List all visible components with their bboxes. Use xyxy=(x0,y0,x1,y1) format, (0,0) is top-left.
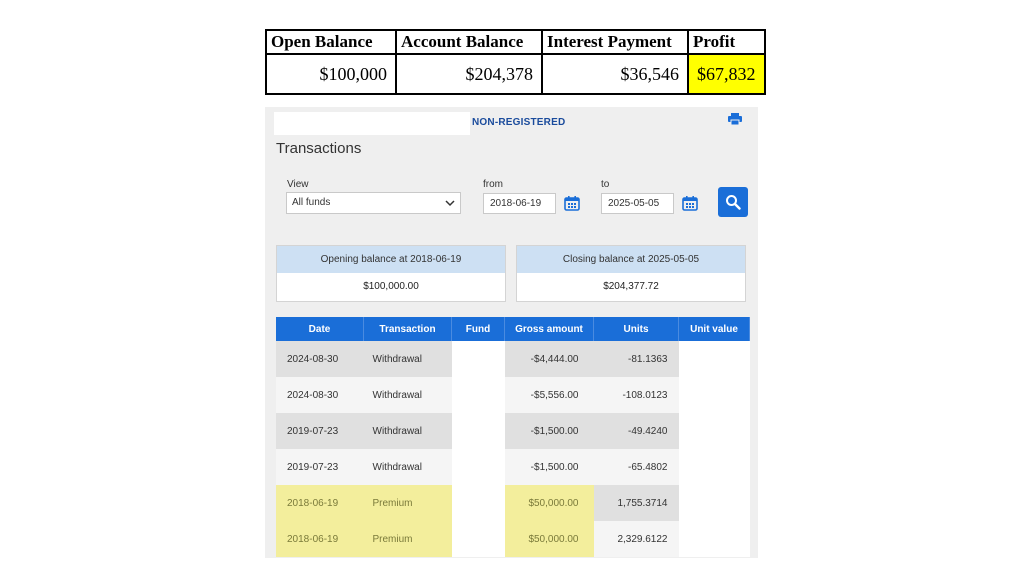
calendar-icon[interactable] xyxy=(564,195,580,211)
cell-date: 2024-08-30 xyxy=(276,341,364,377)
cell-units: -81.1363 xyxy=(593,341,679,377)
to-date-input[interactable]: 2025-05-05 xyxy=(601,193,674,214)
table-header-row: Date Transaction Fund Gross amount Units… xyxy=(276,317,750,341)
table-row: 2024-08-30 Withdrawal -$5,556.00 -108.01… xyxy=(276,377,750,413)
table-row: 2019-07-23 Withdrawal -$1,500.00 -49.424… xyxy=(276,413,750,449)
opening-balance-card: Opening balance at 2018-06-19 $100,000.0… xyxy=(276,245,506,302)
search-icon xyxy=(726,195,741,210)
summary-header-profit: Profit xyxy=(687,29,766,55)
cell-date: 2018-06-19 xyxy=(276,521,364,557)
cell-unit-value xyxy=(678,413,750,449)
cell-fund xyxy=(451,485,505,521)
summary-header-row: Open Balance Account Balance Interest Pa… xyxy=(265,29,766,55)
summary-interest-payment: $36,546 xyxy=(541,53,689,95)
cell-gross-amount: -$4,444.00 xyxy=(504,341,594,377)
cell-date: 2024-08-30 xyxy=(276,377,364,413)
column-header-transaction[interactable]: Transaction xyxy=(363,317,452,341)
opening-balance-label: Opening balance at 2018-06-19 xyxy=(277,246,505,273)
cell-transaction: Premium xyxy=(363,485,452,521)
summary-header-open-balance: Open Balance xyxy=(265,29,397,55)
cell-gross-amount: -$5,556.00 xyxy=(504,377,594,413)
cell-transaction: Withdrawal xyxy=(363,377,452,413)
cell-transaction: Withdrawal xyxy=(363,449,452,485)
fund-select[interactable]: All funds xyxy=(286,192,461,214)
cell-units: -108.0123 xyxy=(593,377,679,413)
cell-date: 2019-07-23 xyxy=(276,449,364,485)
chevron-down-icon xyxy=(445,200,455,207)
cell-unit-value xyxy=(678,485,750,521)
closing-balance-value: $204,377.72 xyxy=(603,281,659,292)
transactions-panel: NON-REGISTERED Transactions View All fun… xyxy=(265,107,758,558)
cell-date: 2018-06-19 xyxy=(276,485,364,521)
from-label: from xyxy=(483,179,503,190)
redacted-account-box xyxy=(274,112,470,135)
summary-account-balance: $204,378 xyxy=(395,53,543,95)
column-header-gross-amount[interactable]: Gross amount xyxy=(504,317,594,341)
cell-fund xyxy=(451,377,505,413)
column-header-unit-value[interactable]: Unit value xyxy=(678,317,750,341)
registration-label: NON-REGISTERED xyxy=(472,117,566,128)
cell-units: 1,755.3714 xyxy=(593,485,679,521)
summary-header-interest-payment: Interest Payment xyxy=(541,29,689,55)
cell-unit-value xyxy=(678,341,750,377)
cell-gross-amount: -$1,500.00 xyxy=(504,413,594,449)
summary-value-row: $100,000 $204,378 $36,546 $67,832 xyxy=(265,53,766,95)
cell-transaction: Withdrawal xyxy=(363,413,452,449)
summary-open-balance: $100,000 xyxy=(265,53,397,95)
cell-unit-value xyxy=(678,377,750,413)
page-title: Transactions xyxy=(276,140,362,157)
column-header-fund[interactable]: Fund xyxy=(451,317,505,341)
opening-balance-value: $100,000.00 xyxy=(363,281,419,292)
to-label: to xyxy=(601,179,610,190)
cell-gross-amount: $50,000.00 xyxy=(504,521,594,557)
cell-gross-amount: $50,000.00 xyxy=(504,485,594,521)
column-header-units[interactable]: Units xyxy=(593,317,679,341)
table-row: 2018-06-19 Premium $50,000.00 1,755.3714 xyxy=(276,485,750,521)
search-button[interactable] xyxy=(718,187,748,217)
cell-gross-amount: -$1,500.00 xyxy=(504,449,594,485)
print-icon[interactable] xyxy=(728,113,742,125)
cell-unit-value xyxy=(678,449,750,485)
from-date-input[interactable]: 2018-06-19 xyxy=(483,193,556,214)
cell-units: 2,329.6122 xyxy=(593,521,679,557)
view-label: View xyxy=(287,179,309,190)
cell-transaction: Premium xyxy=(363,521,452,557)
cell-fund xyxy=(451,449,505,485)
cell-fund xyxy=(451,341,505,377)
transactions-table: Date Transaction Fund Gross amount Units… xyxy=(276,317,750,557)
calendar-icon[interactable] xyxy=(682,195,698,211)
summary-profit: $67,832 xyxy=(687,53,766,95)
fund-select-value: All funds xyxy=(292,197,331,208)
cell-transaction: Withdrawal xyxy=(363,341,452,377)
cell-fund xyxy=(451,413,505,449)
cell-units: -65.4802 xyxy=(593,449,679,485)
column-header-date[interactable]: Date xyxy=(276,317,364,341)
closing-balance-card: Closing balance at 2025-05-05 $204,377.7… xyxy=(516,245,746,302)
cell-fund xyxy=(451,521,505,557)
summary-header-account-balance: Account Balance xyxy=(395,29,543,55)
table-row: 2019-07-23 Withdrawal -$1,500.00 -65.480… xyxy=(276,449,750,485)
table-row: 2024-08-30 Withdrawal -$4,444.00 -81.136… xyxy=(276,341,750,377)
cell-units: -49.4240 xyxy=(593,413,679,449)
cell-unit-value xyxy=(678,521,750,557)
cell-date: 2019-07-23 xyxy=(276,413,364,449)
table-row: 2018-06-19 Premium $50,000.00 2,329.6122 xyxy=(276,521,750,557)
summary-table: Open Balance Account Balance Interest Pa… xyxy=(265,29,766,95)
closing-balance-label: Closing balance at 2025-05-05 xyxy=(517,246,745,273)
